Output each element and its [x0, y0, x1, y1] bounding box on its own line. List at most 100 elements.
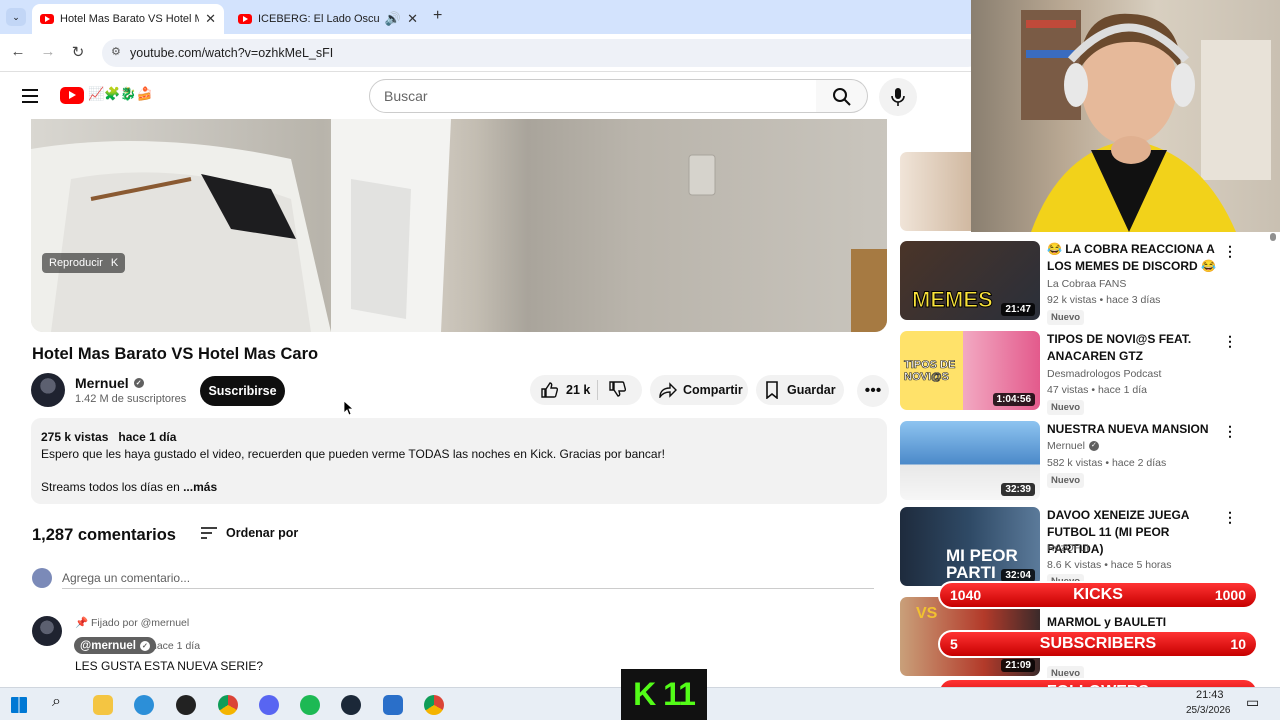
recommendation-thumbnail: TIPOS DE NOVI@S 1:04:56 — [900, 331, 1040, 410]
recommendation-item[interactable]: 32:39 NUESTRA NUEVA MANSION Mernuel ✓ 58… — [900, 421, 1270, 503]
search-button[interactable] — [816, 79, 868, 113]
youtube-logo-icon[interactable] — [60, 87, 84, 104]
search-icon[interactable]: ⌕ — [52, 693, 72, 713]
description-line-2: Streams todos los días en ...más — [41, 480, 217, 494]
reload-icon[interactable]: ↻ — [68, 43, 88, 61]
kicks-goal: 1000 — [1214, 587, 1246, 603]
url-bar[interactable]: ⚙ youtube.com/watch?v=ozhkMeL_sFI — [102, 39, 982, 67]
new-badge: Nuevo — [1047, 400, 1085, 415]
share-label: Compartir — [683, 383, 743, 397]
comment-author-avatar[interactable] — [32, 616, 62, 646]
clock-time[interactable]: 21:43 — [1196, 689, 1224, 701]
search-input[interactable] — [369, 79, 817, 113]
k11-logo-text: K 11 — [633, 676, 696, 712]
comment-time[interactable]: hace 1 día — [151, 640, 200, 652]
channel-avatar[interactable] — [31, 373, 65, 407]
like-dislike-group: 21 k — [530, 375, 642, 405]
site-info-icon[interactable]: ⚙ — [111, 45, 121, 58]
chrome-profile-icon[interactable] — [424, 695, 444, 715]
description-box[interactable]: 275 k vistas hace 1 día Espero que les h… — [31, 418, 887, 504]
verified-icon: ✓ — [1088, 441, 1099, 451]
more-options-icon[interactable]: ⋮ — [1223, 333, 1237, 350]
recommendation-channel: Mernuel ✓ — [1047, 438, 1099, 454]
back-icon[interactable]: ← — [8, 43, 28, 60]
upload-date: hace 1 día — [118, 430, 177, 444]
obs-icon[interactable] — [176, 695, 196, 715]
comment-author-badge[interactable]: @mernuel ✓ — [74, 637, 156, 654]
kicks-label: KICKS — [1073, 586, 1123, 603]
recommendation-channel: La Cobraa FANS — [1047, 278, 1127, 290]
comment-input[interactable] — [62, 567, 874, 589]
pinned-label-text: Fijado por @mernuel — [91, 617, 190, 629]
recommendation-thumbnail: 32:39 — [900, 421, 1040, 500]
recommendation-thumbnail: MEMES 21:47 — [900, 241, 1040, 320]
view-count: 275 k vistas — [41, 430, 109, 444]
tab-iceberg-video[interactable]: ICEBERG: El Lado Oscuro De Discord 🔊 ✕ — [230, 4, 426, 34]
chrome-icon[interactable] — [218, 695, 238, 715]
comment-count: 1,287 comentarios — [32, 526, 176, 544]
recommendation-channel-text: Mernuel — [1047, 440, 1085, 452]
subscribe-button[interactable]: Suscribirse — [200, 376, 285, 406]
notification-icon[interactable]: ▭ — [1246, 694, 1259, 711]
show-more-link[interactable]: ...más — [183, 480, 217, 494]
share-button[interactable]: Compartir — [650, 375, 748, 405]
more-options-icon[interactable]: ⋮ — [1223, 423, 1237, 440]
video-player[interactable] — [31, 119, 887, 332]
sort-button[interactable]: Ordenar por — [200, 526, 298, 540]
file-explorer-icon[interactable] — [93, 695, 113, 715]
menu-icon[interactable] — [22, 89, 38, 103]
tab-list-button[interactable]: ⌄ — [6, 8, 26, 26]
new-badge: Nuevo — [1047, 310, 1085, 325]
url-text: youtube.com/watch?v=ozhkMeL_sFI — [130, 46, 334, 60]
recommendation-channel: Desmadrologos Podcast — [1047, 368, 1162, 380]
new-badge: Nuevo — [1047, 473, 1085, 488]
save-button[interactable]: Guardar — [756, 375, 844, 405]
more-options-icon[interactable]: ⋮ — [1223, 509, 1237, 526]
dislike-button[interactable] — [598, 380, 627, 401]
voice-search-button[interactable] — [879, 78, 917, 116]
recommendation-meta: 8.6 K vistas • hace 5 horas — [1047, 559, 1172, 571]
new-tab-button[interactable]: + — [433, 7, 442, 25]
recommendation-meta: 582 k vistas • hace 2 días — [1047, 457, 1167, 469]
more-actions-button[interactable]: ••• — [857, 375, 889, 407]
recommendation-thumbnail: MI PEOR PARTI 32:04 — [900, 507, 1040, 586]
verified-icon: ✓ — [133, 378, 144, 388]
video-duration: 1:04:56 — [992, 393, 1035, 406]
description-line-2-text: Streams todos los días en — [41, 480, 180, 494]
recommendation-meta: 92 k vistas • hace 3 días — [1047, 294, 1161, 306]
edge-icon[interactable] — [134, 695, 154, 715]
tab-close-icon[interactable]: ✕ — [407, 11, 418, 27]
discord-icon[interactable] — [259, 695, 279, 715]
description-stats: 275 k vistas hace 1 día — [41, 430, 176, 444]
subscribers-goal-bar: 5 SUBSCRIBERS 10 — [938, 630, 1258, 658]
tab-close-icon[interactable]: ✕ — [205, 11, 216, 27]
windows-start-icon[interactable] — [11, 697, 27, 713]
tab-hotel-video[interactable]: Hotel Mas Barato VS Hotel Mas Caro ✕ — [32, 4, 224, 34]
forward-icon[interactable]: → — [38, 43, 58, 60]
video-duration: 32:39 — [1001, 483, 1035, 496]
thumbnail-text: VS — [916, 605, 938, 622]
thumbnail-text: MEMES — [912, 287, 994, 313]
webcam-overlay — [971, 0, 1280, 232]
recommendation-partial-thumb[interactable] — [900, 152, 972, 231]
sort-icon — [201, 527, 217, 539]
youtube-favicon-icon — [238, 14, 252, 24]
app-icon[interactable] — [383, 695, 403, 715]
channel-name-text: Mernuel — [75, 375, 129, 391]
channel-name[interactable]: Mernuel ✓ — [75, 375, 144, 391]
more-options-icon[interactable]: ⋮ — [1223, 243, 1237, 260]
scrollbar[interactable] — [1270, 233, 1276, 241]
bookmark-icon — [766, 381, 778, 399]
clock-date[interactable]: 25/3/2026 — [1186, 705, 1231, 716]
steam-icon[interactable] — [341, 695, 361, 715]
recommendation-item[interactable]: TIPOS DE NOVI@S 1:04:56 TIPOS DE NOVI@S … — [900, 331, 1270, 415]
recommendation-item[interactable]: MEMES 21:47 😂 LA COBRA REACCIONA A LOS M… — [900, 241, 1270, 325]
like-button[interactable]: 21 k — [530, 380, 598, 400]
video-frame — [31, 119, 887, 332]
spotify-icon[interactable] — [300, 695, 320, 715]
recommendation-item[interactable]: MI PEOR PARTI 32:04 DAVOO XENEIZE JUEGA … — [900, 507, 1270, 589]
logo-doodle: 📈🧩🐉🍰 — [88, 86, 153, 101]
verified-icon: ✓ — [139, 640, 150, 651]
speaker-icon[interactable]: 🔊 — [385, 11, 401, 27]
k11-logo: K 11 — [621, 669, 707, 720]
